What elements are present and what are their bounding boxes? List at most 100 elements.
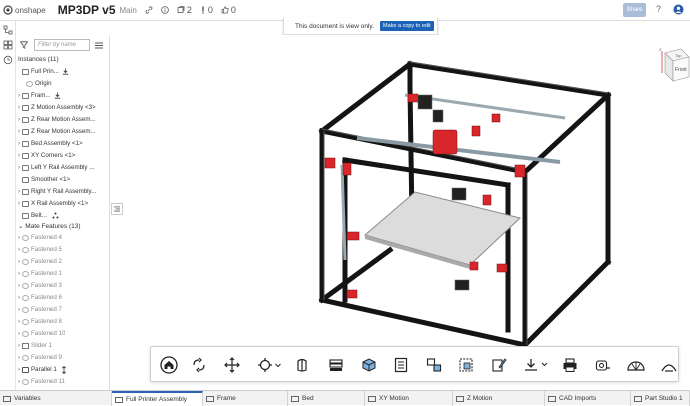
- versions-button[interactable]: 2: [177, 5, 192, 15]
- view-cube[interactable]: Top Front Z: [659, 47, 690, 94]
- list-view-icon[interactable]: [95, 42, 103, 49]
- display-icon: [362, 358, 376, 372]
- assembly-icon: [22, 200, 29, 207]
- tab-label: Full Printer Assembly: [126, 396, 188, 403]
- tree-item-frame[interactable]: › Fram...: [16, 90, 109, 101]
- filter-icon[interactable]: [20, 41, 28, 49]
- tab-variables[interactable]: Variables: [0, 391, 112, 406]
- print-button[interactable]: [560, 355, 580, 375]
- mate-item[interactable]: › Fastened 6: [16, 292, 109, 303]
- onshape-logo[interactable]: onshape: [3, 5, 46, 15]
- help-icon[interactable]: ?: [655, 4, 664, 16]
- assembly-icon: [22, 164, 29, 171]
- tree-item-right-y-rail[interactable]: › Right Y Rail Assembly...: [16, 186, 109, 197]
- mate-item[interactable]: › Fastened 9: [16, 352, 109, 363]
- mate-item[interactable]: › Fastened 3: [16, 280, 109, 291]
- origin-icon: [26, 80, 33, 87]
- tab-cad-imports[interactable]: CAD Imports: [545, 391, 631, 406]
- section-view-button[interactable]: [292, 355, 312, 375]
- tab-part-studio-1[interactable]: Part Studio 1: [631, 391, 690, 406]
- part-studio-button[interactable]: [659, 355, 679, 375]
- share-button[interactable]: Share: [623, 3, 646, 17]
- mate-item[interactable]: › Fastened 7: [16, 304, 109, 315]
- collapse-list-icon: [114, 206, 120, 212]
- mass-properties-button[interactable]: [456, 355, 476, 375]
- tree-item-z-motion[interactable]: › Z Motion Assembly <3>: [16, 102, 109, 113]
- view-only-message: This document is view only.: [295, 22, 374, 30]
- section-view-icon: [297, 358, 307, 372]
- comments-button[interactable]: 0: [200, 5, 213, 15]
- bom-button[interactable]: [391, 355, 411, 375]
- measure-button[interactable]: [424, 355, 444, 375]
- mate-item[interactable]: › Fastened 8: [16, 316, 109, 327]
- tree-item-left-y-rail[interactable]: › Left Y Rail Assembly ...: [16, 162, 109, 173]
- mate-item[interactable]: › Fastened 1: [16, 268, 109, 279]
- tree-item-z-rear-motion-2[interactable]: › Z Rear Motion Assem...: [16, 126, 109, 137]
- tab-full-printer-assembly[interactable]: Full Printer Assembly: [112, 391, 203, 406]
- likes-count: 0: [230, 5, 236, 15]
- mate-item-label: Fastened 4: [31, 234, 62, 241]
- tree-item-label: Z Rear Motion Assem...: [31, 116, 96, 123]
- instance-tree-panel: Filter by name Instances (11) Full Prin.…: [16, 35, 110, 390]
- tab-bed[interactable]: Bed: [288, 391, 365, 406]
- feature-tree-icon[interactable]: [3, 25, 13, 35]
- tree-item-belt[interactable]: Belt...: [16, 210, 109, 221]
- tab-label: Z Motion: [467, 395, 493, 402]
- print-icon: [563, 358, 577, 372]
- tree-item-label: Z Motion Assembly <3>: [31, 104, 96, 111]
- mate-item[interactable]: › Fastened 2: [16, 256, 109, 267]
- view-orientation-button[interactable]: [255, 355, 275, 375]
- assembly-tab-icon: [456, 395, 464, 402]
- mate-item[interactable]: › Fastened 10: [16, 328, 109, 339]
- mate-item[interactable]: › Slider 1: [16, 340, 109, 351]
- tab-label: Variables: [14, 395, 41, 402]
- tree-item-smoother[interactable]: Smoother <1>: [16, 174, 109, 185]
- comments-count: 0: [207, 5, 213, 15]
- mate-item[interactable]: › Fastened 5: [16, 244, 109, 255]
- versions-icon: [177, 6, 185, 13]
- tab-label: Part Studio 1: [645, 395, 683, 402]
- drawing-button[interactable]: [489, 355, 509, 375]
- view-orientation-dropdown[interactable]: [273, 355, 283, 375]
- printer-model[interactable]: [124, 35, 690, 390]
- instances-header[interactable]: Instances (11): [18, 56, 59, 63]
- mate-item[interactable]: › Fastened 11: [16, 376, 109, 387]
- branch-name[interactable]: Main: [120, 6, 137, 15]
- tree-item-label: Fram...: [31, 92, 51, 99]
- view-cube-icon: Top Front Z: [659, 47, 690, 82]
- display-states-button[interactable]: [359, 355, 379, 375]
- mate-item[interactable]: › Parallel 1: [16, 364, 109, 375]
- parts-icon[interactable]: [3, 40, 13, 50]
- mate-features-header[interactable]: ⌄ Mate Features (13): [18, 222, 81, 230]
- tab-xy-motion[interactable]: XY Motion: [365, 391, 453, 406]
- home-view-button[interactable]: [159, 355, 179, 375]
- tree-item-x-rail[interactable]: › X Rail Assembly <1>: [16, 198, 109, 209]
- tree-item-xy-corners[interactable]: › XY Corners <1>: [16, 150, 109, 161]
- pan-button[interactable]: [222, 355, 242, 375]
- logo-text: onshape: [15, 5, 46, 15]
- mate-item-label: Slider 1: [31, 342, 52, 349]
- tab-z-motion[interactable]: Z Motion: [453, 391, 545, 406]
- collapse-panel-button[interactable]: [111, 203, 123, 215]
- info-icon[interactable]: [161, 6, 169, 14]
- tape-measure-button[interactable]: [593, 355, 613, 375]
- tab-label: Bed: [302, 395, 314, 402]
- export-button[interactable]: [521, 355, 551, 375]
- tree-item-full-printer[interactable]: Full Prin...: [16, 66, 109, 77]
- tab-frame[interactable]: Frame: [203, 391, 288, 406]
- make-copy-button[interactable]: Make a copy to edit: [380, 21, 434, 31]
- history-icon[interactable]: [3, 55, 13, 65]
- link-icon[interactable]: [145, 6, 153, 14]
- render-button[interactable]: [626, 355, 646, 375]
- user-avatar-icon[interactable]: [673, 4, 684, 18]
- filter-input[interactable]: Filter by name: [34, 39, 90, 51]
- tree-item-origin[interactable]: Origin: [16, 78, 109, 89]
- mate-item-label: Fastened 9: [31, 354, 62, 361]
- mate-item[interactable]: › Fastened 4: [16, 232, 109, 243]
- rotate-button[interactable]: [189, 355, 209, 375]
- tree-item-bed-assembly[interactable]: › Bed Assembly <1>: [16, 138, 109, 149]
- tree-item-z-rear-motion-1[interactable]: › Z Rear Motion Assem...: [16, 114, 109, 125]
- graphics-viewport[interactable]: [124, 35, 690, 390]
- likes-button[interactable]: 0: [221, 5, 236, 15]
- explode-button[interactable]: [326, 355, 346, 375]
